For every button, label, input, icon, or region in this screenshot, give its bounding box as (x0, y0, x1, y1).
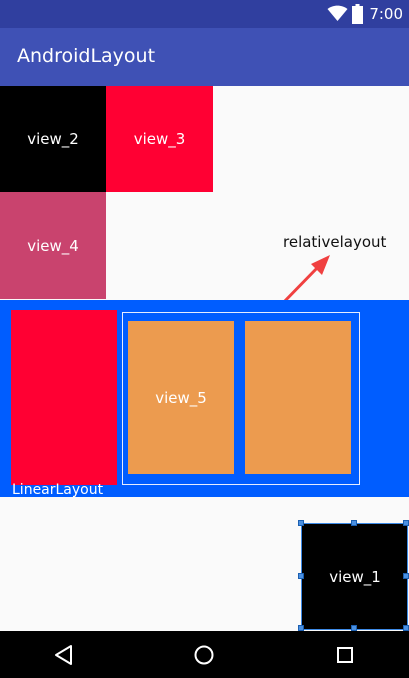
view-3[interactable]: view_3 (106, 86, 213, 192)
layout-canvas: view_2 view_3 view_4 relativelayout view… (0, 86, 409, 631)
view-5[interactable]: view_5 (128, 321, 234, 474)
view-2-label: view_2 (27, 130, 79, 148)
status-time: 7:00 (369, 5, 403, 23)
linear-red-view[interactable] (11, 310, 117, 485)
view-3-label: view_3 (133, 130, 186, 148)
selection-outline (301, 523, 408, 630)
battery-icon (352, 4, 363, 24)
view-4-label: view_4 (27, 236, 79, 255)
wifi-icon (327, 5, 348, 21)
resize-handle-top-right[interactable] (403, 520, 409, 526)
orange-view[interactable] (245, 321, 351, 474)
view-4[interactable]: view_4 (0, 192, 106, 299)
linearlayout-annotation: LinearLayout (12, 482, 104, 498)
nested-layout-frame[interactable]: view_5 (122, 312, 360, 485)
home-icon[interactable] (189, 640, 219, 670)
app-title: AndroidLayout (17, 45, 156, 67)
back-icon[interactable] (49, 640, 79, 670)
app-bar: AndroidLayout (0, 28, 409, 86)
resize-handle-top[interactable] (351, 520, 357, 526)
linear-layout[interactable]: view_5 LinearLayout (0, 300, 409, 498)
view-5-label: view_5 (155, 388, 207, 407)
recents-icon[interactable] (330, 640, 360, 670)
resize-handle-left[interactable] (298, 573, 304, 579)
status-bar: 7:00 (0, 0, 409, 28)
resize-handle-top-left[interactable] (298, 520, 304, 526)
navigation-bar (0, 631, 409, 678)
relativelayout-annotation: relativelayout (283, 233, 387, 251)
resize-handle-right[interactable] (403, 573, 409, 579)
view-2[interactable]: view_2 (0, 86, 106, 192)
